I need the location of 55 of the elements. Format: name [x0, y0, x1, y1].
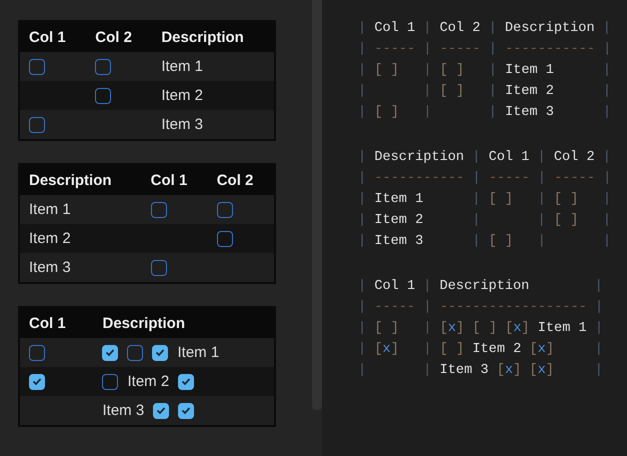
check-icon — [156, 406, 166, 415]
checkbox[interactable] — [127, 344, 144, 360]
table-cell-text: Item 3 — [29, 259, 71, 276]
column-header: Col 2 — [86, 21, 152, 52]
code-line: | [ ] | [x] [ ] [x] Item 1 | — [358, 320, 604, 338]
check-icon — [181, 377, 192, 386]
column-header: Description — [152, 21, 275, 52]
checkbox[interactable] — [102, 344, 118, 360]
code-line: | ----- | ----- | ----------- | — [358, 41, 612, 59]
checkbox[interactable] — [29, 58, 45, 74]
checkbox[interactable] — [178, 402, 194, 418]
column-header: Col 1 — [142, 164, 208, 195]
code-line: | Item 1 | [ ] | [ ] | — [358, 191, 612, 209]
table-cell-text: Item 3 — [161, 116, 204, 133]
code-line: | | Item 3 [x] [x] | — [358, 362, 603, 380]
table-cell-text: Item 2 — [161, 87, 204, 104]
table-cell-text: Item 3 — [102, 402, 144, 419]
checkbox[interactable] — [152, 344, 168, 360]
code-line: | | [ ] | Item 2 | — [358, 83, 612, 101]
checkbox[interactable] — [29, 116, 45, 132]
check-icon — [181, 406, 192, 415]
checkbox[interactable] — [29, 344, 45, 360]
code-line: | [x] | [ ] Item 2 [x] | — [358, 341, 603, 359]
code-line: | ----- | ------------------ | — [358, 299, 604, 317]
checkbox[interactable] — [216, 230, 233, 246]
table-cell-text: Item 2 — [127, 373, 170, 390]
code-line: | Item 3 | [ ] | | — [358, 233, 612, 251]
checkbox[interactable] — [178, 374, 194, 390]
check-icon — [32, 377, 42, 386]
checkbox[interactable] — [150, 202, 167, 218]
checkbox[interactable] — [29, 374, 45, 390]
table-cell-text: Item 1 — [29, 201, 71, 218]
table-cell-text: Item 1 — [161, 58, 204, 75]
check-icon — [155, 348, 166, 357]
checkbox[interactable] — [95, 58, 112, 74]
code-line: | [ ] | | Item 3 | — [358, 104, 612, 122]
checkbox[interactable] — [150, 260, 167, 276]
code-line: | Item 2 | | [ ] | — [358, 212, 612, 230]
column-header: Col 2 — [208, 164, 275, 195]
table-cell-text: Item 1 — [177, 344, 220, 361]
check-icon — [105, 348, 116, 357]
code-line: | Description | Col 1 | Col 2 | — [358, 149, 611, 167]
code-line: | Col 1 | Description | — [358, 278, 603, 296]
checkbox[interactable] — [153, 402, 170, 418]
column-header: Description — [93, 307, 275, 338]
column-header: Description — [19, 164, 142, 195]
column-header: Col 1 — [19, 21, 86, 52]
code-line: | [ ] | [ ] | Item 1 | — [358, 62, 612, 80]
column-header: Col 1 — [19, 307, 94, 338]
table-cell-text: Item 2 — [29, 230, 71, 247]
checkbox[interactable] — [95, 88, 112, 104]
code-line: | ----------- | ----- | ----- | — [358, 170, 612, 188]
code-line: | Col 1 | Col 2 | Description | — [358, 20, 611, 38]
checkbox[interactable] — [216, 202, 233, 218]
checkbox[interactable] — [102, 374, 118, 390]
